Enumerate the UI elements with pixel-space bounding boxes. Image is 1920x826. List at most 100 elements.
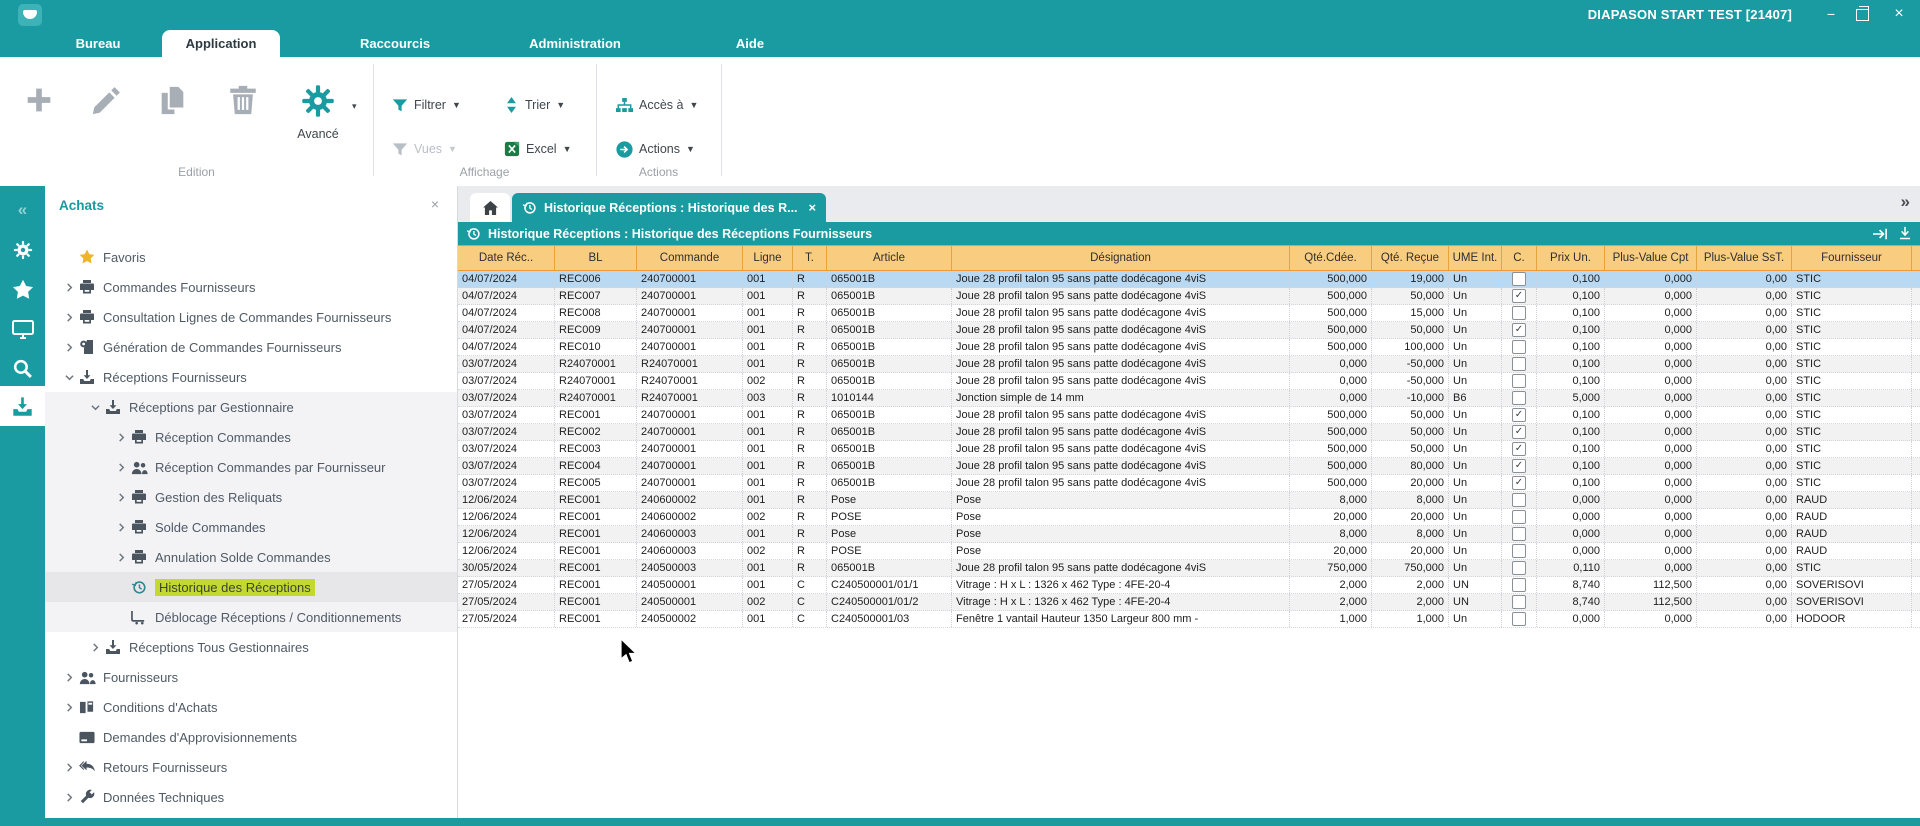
chevron-right-icon[interactable] (87, 643, 103, 652)
chevron-right-icon[interactable] (61, 793, 77, 802)
chevron-right-icon[interactable] (61, 703, 77, 712)
advanced-caret-icon[interactable]: ▾ (352, 101, 357, 112)
chevron-right-icon[interactable] (61, 313, 77, 322)
checkbox-unchecked[interactable] (1512, 595, 1526, 609)
edit-button[interactable] (90, 83, 126, 119)
table-row[interactable]: 12/06/2024REC001240600002002RPOSEPose20,… (458, 509, 1920, 526)
checkbox-unchecked[interactable] (1512, 306, 1526, 320)
tree-item[interactable]: Favoris (45, 242, 457, 272)
tree-item[interactable]: Réceptions par Gestionnaire (45, 392, 457, 422)
tree-item[interactable]: Gestion des Reliquats (45, 482, 457, 512)
table-row[interactable]: 12/06/2024REC001240600003002RPOSEPose20,… (458, 543, 1920, 560)
table-row[interactable]: 03/07/2024REC004240700001001R065001BJoue… (458, 458, 1920, 475)
sidebar-close-icon[interactable]: × (431, 196, 439, 212)
chevron-down-icon[interactable] (87, 403, 103, 412)
checkbox-checked[interactable]: ✓ (1512, 425, 1526, 439)
tree-item[interactable]: Réceptions Fournisseurs (45, 362, 457, 392)
chevron-right-icon[interactable] (61, 343, 77, 352)
checkbox-unchecked[interactable] (1512, 527, 1526, 541)
table-row[interactable]: 27/05/2024REC001240500001001CC240500001/… (458, 577, 1920, 594)
column-header[interactable]: Désignation (952, 246, 1290, 270)
tab-historique-receptions[interactable]: Historique Réceptions : Historique des R… (512, 193, 826, 222)
copy-button[interactable] (156, 83, 192, 119)
excel-button[interactable]: Excel▼ (504, 137, 572, 161)
column-header[interactable]: Fournisseur (1792, 246, 1912, 270)
tab-close-icon[interactable]: × (809, 200, 817, 215)
menu-tab-administration[interactable]: Administration (500, 30, 650, 57)
checkbox-unchecked[interactable] (1512, 493, 1526, 507)
checkbox-checked[interactable]: ✓ (1512, 408, 1526, 422)
access-button[interactable]: Accès à▼ (616, 93, 698, 117)
rail-desktop-button[interactable] (0, 314, 45, 346)
add-button[interactable] (22, 83, 58, 119)
chevron-right-icon[interactable] (61, 763, 77, 772)
delete-button[interactable] (226, 83, 262, 119)
table-row[interactable]: 03/07/2024R24070001R24070001003R1010144J… (458, 390, 1920, 407)
rail-settings-button[interactable] (0, 234, 45, 266)
tree-item[interactable]: Données Techniques (45, 782, 457, 812)
column-header[interactable]: Commande (637, 246, 743, 270)
tree-item[interactable]: Consultation Lignes de Commandes Fournis… (45, 302, 457, 332)
chevron-right-icon[interactable] (61, 283, 77, 292)
collapse-sidebar-button[interactable]: « (0, 194, 45, 226)
rail-receptions-active[interactable] (0, 386, 45, 426)
column-header[interactable]: BL (555, 246, 637, 270)
tree-item[interactable]: Réception Commandes (45, 422, 457, 452)
table-row[interactable]: 27/05/2024REC001240500002001CC240500001/… (458, 611, 1920, 628)
table-row[interactable]: 03/07/2024REC001240700001001R065001BJoue… (458, 407, 1920, 424)
rail-search-button[interactable] (0, 352, 45, 384)
table-row[interactable]: 04/07/2024REC009240700001001R065001BJoue… (458, 322, 1920, 339)
column-header[interactable]: Plus-Value SsT. (1697, 246, 1792, 270)
tree-item[interactable]: Conditions d'Achats (45, 692, 457, 722)
export-download-icon[interactable] (1898, 226, 1912, 241)
tree-item[interactable]: Déblocage Réceptions / Conditionnements (45, 602, 457, 632)
home-tab[interactable] (470, 193, 510, 222)
checkbox-checked[interactable]: ✓ (1512, 459, 1526, 473)
table-row[interactable]: 03/07/2024R24070001R24070001001R065001BJ… (458, 356, 1920, 373)
column-header[interactable]: T. (793, 246, 827, 270)
table-row[interactable]: 27/05/2024REC001240500001002CC240500001/… (458, 594, 1920, 611)
checkbox-unchecked[interactable] (1512, 391, 1526, 405)
chevron-right-icon[interactable] (113, 523, 129, 532)
restore-button[interactable] (1856, 3, 1874, 25)
tree-item[interactable]: Réceptions Tous Gestionnaires (45, 632, 457, 662)
actions-button[interactable]: Actions▼ (616, 137, 695, 161)
tree-item[interactable]: Demandes d'Approvisionnements (45, 722, 457, 752)
menu-tab-application[interactable]: Application (162, 30, 280, 57)
menu-tab-raccourcis[interactable]: Raccourcis (315, 30, 475, 57)
tree-item[interactable]: Génération de Commandes Fournisseurs (45, 332, 457, 362)
tabstrip-overflow-icon[interactable]: » (1901, 192, 1910, 212)
minimize-button[interactable]: − (1822, 3, 1840, 25)
checkbox-unchecked[interactable] (1512, 561, 1526, 575)
column-header[interactable]: Article (827, 246, 952, 270)
table-row[interactable]: 03/07/2024REC002240700001001R065001BJoue… (458, 424, 1920, 441)
table-row[interactable]: 12/06/2024REC001240600003001RPosePose8,0… (458, 526, 1920, 543)
tree-item[interactable]: Solde Commandes (45, 512, 457, 542)
tree-item[interactable]: Commandes Fournisseurs (45, 272, 457, 302)
checkbox-unchecked[interactable] (1512, 272, 1526, 286)
checkbox-checked[interactable]: ✓ (1512, 442, 1526, 456)
chevron-right-icon[interactable] (61, 673, 77, 682)
table-row[interactable]: 30/05/2024REC001240500003001R065001BJoue… (458, 560, 1920, 577)
sort-button[interactable]: Trier▼ (504, 93, 565, 117)
close-button[interactable]: × (1890, 3, 1908, 25)
menu-tab-bureau[interactable]: Bureau (34, 30, 162, 57)
rail-favorites-button[interactable] (0, 274, 45, 306)
checkbox-checked[interactable]: ✓ (1512, 476, 1526, 490)
go-to-end-icon[interactable] (1872, 227, 1888, 241)
table-row[interactable]: 04/07/2024REC010240700001001R065001BJoue… (458, 339, 1920, 356)
column-header[interactable]: Plus-Value Cpt (1605, 246, 1697, 270)
chevron-right-icon[interactable] (113, 433, 129, 442)
tree-item[interactable]: Fournisseurs (45, 662, 457, 692)
checkbox-unchecked[interactable] (1512, 357, 1526, 371)
column-header[interactable]: Qté.Cdée. (1290, 246, 1372, 270)
checkbox-checked[interactable]: ✓ (1512, 323, 1526, 337)
chevron-right-icon[interactable] (113, 553, 129, 562)
column-header[interactable]: Ligne (743, 246, 793, 270)
filter-button[interactable]: Filtrer▼ (392, 93, 461, 117)
chevron-right-icon[interactable] (113, 463, 129, 472)
checkbox-checked[interactable]: ✓ (1512, 289, 1526, 303)
table-row[interactable]: 12/06/2024REC001240600002001RPosePose8,0… (458, 492, 1920, 509)
tree-item[interactable]: Retours Fournisseurs (45, 752, 457, 782)
table-row[interactable]: 04/07/2024REC008240700001001R065001BJoue… (458, 305, 1920, 322)
